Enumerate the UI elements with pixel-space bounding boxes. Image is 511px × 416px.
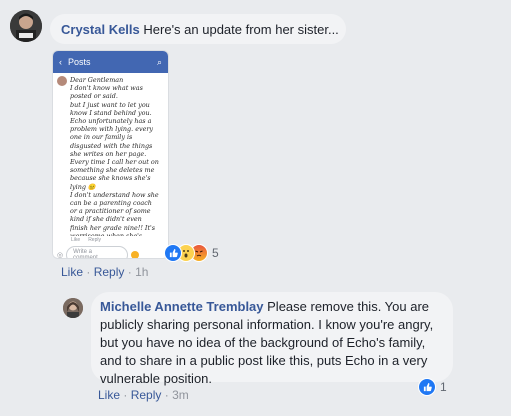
screenshot-comment-placeholder: Write a comment... (73, 249, 103, 259)
separator-dot: · (86, 265, 91, 279)
avatar[interactable] (10, 10, 42, 42)
reply-bubble: Michelle Annette Tremblay Please remove … (91, 292, 453, 386)
screenshot-header-title: Posts (68, 57, 91, 67)
search-icon: ⌕ (156, 56, 162, 67)
like-reaction-icon (164, 244, 182, 262)
screenshot-like-label: Like (71, 237, 81, 243)
avatar[interactable] (63, 298, 83, 318)
like-reaction-icon (418, 378, 436, 396)
timestamp[interactable]: 3m (172, 388, 189, 402)
profile-photo (10, 10, 42, 42)
comment-text: Here's an update from her sister... (143, 22, 339, 37)
reply-actions: Like · Reply · 3m (98, 388, 189, 402)
like-link[interactable]: Like (61, 265, 83, 279)
profile-photo (63, 298, 83, 318)
screenshot-header: ‹ Posts ⌕ (53, 51, 168, 73)
avatar (57, 76, 67, 86)
separator-dot: · (127, 265, 132, 279)
reply-link[interactable]: Reply (94, 265, 125, 279)
emoji-icon (131, 251, 140, 258)
reaction-count: 5 (212, 246, 219, 260)
reply-author[interactable]: Michelle Annette Tremblay (100, 299, 264, 314)
reactions-summary[interactable]: 5 (164, 244, 219, 262)
reply-link[interactable]: Reply (131, 388, 162, 402)
comment-author[interactable]: Crystal Kells (61, 22, 140, 37)
reactions-summary[interactable]: 1 (418, 378, 447, 396)
comment-bubble: Crystal Kells Here's an update from her … (50, 14, 346, 44)
comment-actions: Like · Reply · 1h (61, 265, 148, 279)
screenshot-comment-input: Write a comment... (66, 246, 129, 259)
camera-icon: ◎ (57, 252, 64, 259)
like-link[interactable]: Like (98, 388, 120, 402)
attached-screenshot[interactable]: ‹ Posts ⌕ Dear Gentleman I don't know wh… (52, 50, 169, 259)
back-arrow-icon: ‹ (59, 57, 62, 67)
comment-thread: { "comment1": { "author": "Crystal Kells… (0, 0, 511, 416)
separator-dot: · (123, 388, 128, 402)
screenshot-post-text: Dear Gentleman I don't know what was pos… (70, 76, 159, 236)
screenshot-reply-label: Reply (88, 237, 101, 243)
timestamp[interactable]: 1h (135, 265, 148, 279)
reaction-count: 1 (440, 380, 447, 394)
separator-dot: · (164, 388, 169, 402)
